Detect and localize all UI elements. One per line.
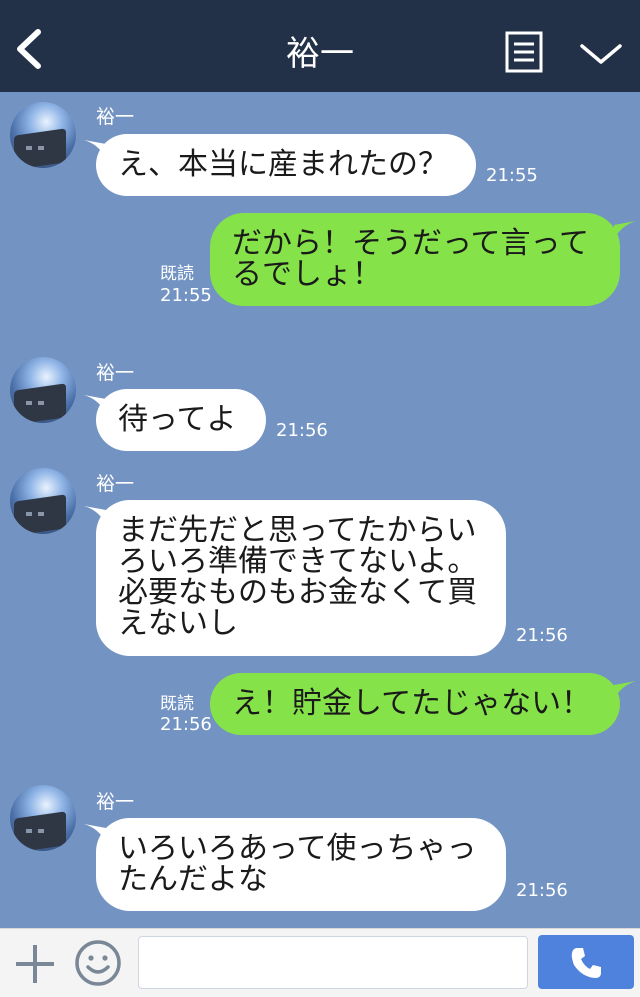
- avatar[interactable]: [10, 357, 76, 423]
- call-button[interactable]: [538, 935, 634, 989]
- avatar-window: [38, 512, 44, 516]
- avatar-window: [38, 146, 44, 150]
- chat-header: 裕一: [0, 0, 640, 92]
- message-text: だから！そうだって言って るでしょ！: [232, 226, 589, 292]
- message-text: え！貯金してたじゃない！: [232, 686, 592, 721]
- message-time: 21:55: [160, 285, 212, 306]
- avatar-window: [26, 401, 32, 405]
- message-time: 21:56: [516, 625, 568, 646]
- message-time: 21:55: [486, 165, 538, 186]
- chat-title: 裕一: [286, 34, 354, 74]
- bubble-tail: [614, 221, 636, 239]
- outgoing-message-bubble[interactable]: え！貯金してたじゃない！: [210, 673, 620, 735]
- add-button[interactable]: [14, 943, 56, 985]
- emoji-button[interactable]: [74, 939, 122, 987]
- sender-name: 裕一: [96, 106, 135, 128]
- avatar-window: [38, 401, 44, 405]
- avatar-window: [26, 146, 32, 150]
- smiley-icon: [75, 940, 121, 986]
- read-receipt: 既読: [160, 264, 194, 284]
- avatar-window: [26, 512, 32, 516]
- phone-icon: [571, 948, 601, 978]
- avatar[interactable]: [10, 468, 76, 534]
- message-text: まだ先だと思ってたからい ろいろ準備できてないよ。 必要なものもお金なくて買 え…: [118, 513, 478, 641]
- outgoing-message-bubble[interactable]: だから！そうだって言って るでしょ！: [210, 213, 620, 306]
- sender-name: 裕一: [96, 791, 135, 813]
- read-receipt: 既読: [160, 694, 194, 714]
- incoming-message-bubble[interactable]: まだ先だと思ってたからい ろいろ準備できてないよ。 必要なものもお金なくて買 え…: [96, 500, 506, 656]
- message-text: いろいろあって使っちゃっ たんだよな: [118, 831, 477, 897]
- note-menu-icon: [505, 31, 543, 73]
- collapse-button[interactable]: [578, 38, 624, 68]
- avatar-window: [26, 829, 32, 833]
- message-time: 21:56: [516, 880, 568, 901]
- sender-name: 裕一: [96, 362, 135, 384]
- chevron-down-icon: [580, 44, 622, 64]
- incoming-message-bubble[interactable]: え、本当に産まれたの？: [96, 134, 476, 196]
- bubble-tail: [614, 681, 636, 699]
- message-time: 21:56: [276, 420, 328, 441]
- incoming-message-bubble[interactable]: 待ってよ: [96, 389, 266, 451]
- plus-icon: [16, 945, 54, 983]
- input-bar: [0, 928, 640, 997]
- sender-name: 裕一: [96, 473, 135, 495]
- incoming-message-bubble[interactable]: いろいろあって使っちゃっ たんだよな: [96, 818, 506, 911]
- avatar-window: [38, 829, 44, 833]
- message-time: 21:56: [160, 714, 212, 735]
- avatar[interactable]: [10, 785, 76, 851]
- message-list[interactable]: 裕一 え、本当に産まれたの？ 21:55 既読 21:55 だから！そうだって言…: [0, 92, 640, 928]
- message-text: え、本当に産まれたの？: [118, 147, 448, 182]
- avatar[interactable]: [10, 102, 76, 168]
- message-input[interactable]: [138, 936, 528, 989]
- note-menu-button[interactable]: [505, 31, 543, 73]
- message-text: 待ってよ: [118, 402, 237, 437]
